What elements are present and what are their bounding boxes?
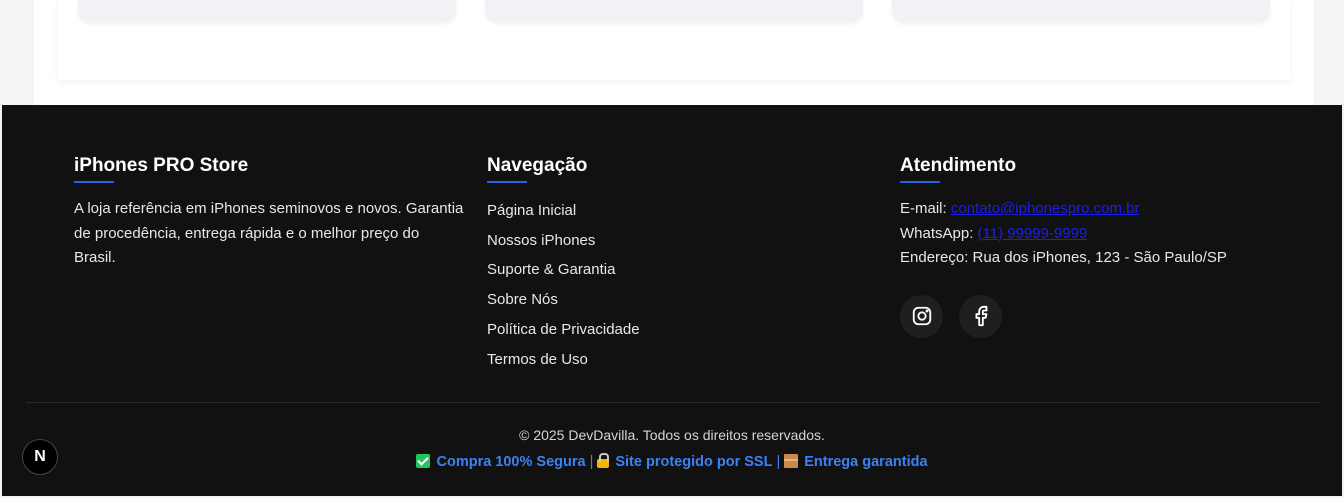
email-label: E-mail: (900, 200, 947, 217)
product-card[interactable] (485, 0, 863, 22)
page-background (0, 0, 1344, 105)
title-underline (74, 181, 114, 183)
check-icon (416, 454, 431, 468)
trust-badges: Compra 100% Segura | Site protegido por SS… (2, 451, 1342, 473)
social-links (900, 294, 1320, 338)
footer-divider (26, 402, 1320, 403)
site-footer: iPhones PRO Store A loja referência em i… (2, 105, 1342, 496)
title-underline (900, 181, 940, 183)
footer-navigation: Navegação Página Inicial Nossos iPhones … (487, 153, 867, 374)
nextjs-dev-badge[interactable]: N (22, 439, 58, 475)
instagram-button[interactable] (900, 294, 943, 338)
contact-title: Atendimento (900, 155, 1017, 176)
badge-separator: | (776, 454, 781, 470)
badge-separator: | (589, 454, 594, 470)
email-link[interactable]: contato@iphonespro.com.br (951, 200, 1140, 217)
nav-link-iphones[interactable]: Nossos iPhones (487, 226, 867, 256)
nav-link-privacy[interactable]: Política de Privacidade (487, 315, 867, 345)
badge-label: Site protegido por SSL (615, 454, 773, 470)
title-underline (487, 181, 527, 183)
copyright-text: © 2025 DevDavilla. Todos os direitos res… (519, 427, 825, 443)
nav-link-terms[interactable]: Termos de Uso (487, 345, 867, 375)
secure-purchase-badge: Compra 100% Segura (416, 454, 586, 470)
facebook-icon (975, 305, 987, 327)
address-line: Endereço: Rua dos iPhones, 123 - São Pau… (900, 249, 1227, 266)
footer-about: iPhones PRO Store A loja referência em i… (74, 153, 464, 271)
delivery-badge: Entrega garantida (784, 454, 928, 470)
about-title: iPhones PRO Store (74, 155, 249, 176)
nav-title: Navegação (487, 155, 588, 176)
instagram-icon (912, 306, 931, 326)
nav-link-about[interactable]: Sobre Nós (487, 285, 867, 315)
whatsapp-link[interactable]: (11) 99999-9999 (978, 225, 1088, 242)
about-text: A loja referência em iPhones seminovos e… (74, 200, 464, 266)
badge-label: Entrega garantida (804, 454, 928, 470)
product-card[interactable] (78, 0, 456, 22)
contact-info: E-mail: contato@iphonespro.com.br WhatsA… (900, 197, 1320, 271)
nav-link-support[interactable]: Suporte & Garantia (487, 255, 867, 285)
package-icon (784, 454, 799, 468)
nav-list: Página Inicial Nossos iPhones Suporte & … (487, 196, 867, 374)
lock-icon (597, 453, 610, 468)
ssl-badge: Site protegido por SSL (597, 453, 773, 470)
whatsapp-line: WhatsApp: (11) 99999-9999 (900, 222, 1320, 247)
email-line: E-mail: contato@iphonespro.com.br (900, 197, 1320, 222)
whatsapp-label: WhatsApp: (900, 224, 974, 242)
facebook-button[interactable] (959, 294, 1002, 338)
footer-contact: Atendimento E-mail: contato@iphonespro.c… (900, 153, 1320, 338)
nav-link-home[interactable]: Página Inicial (487, 196, 867, 226)
product-card[interactable] (892, 0, 1270, 22)
badge-label: Compra 100% Segura (436, 454, 586, 470)
